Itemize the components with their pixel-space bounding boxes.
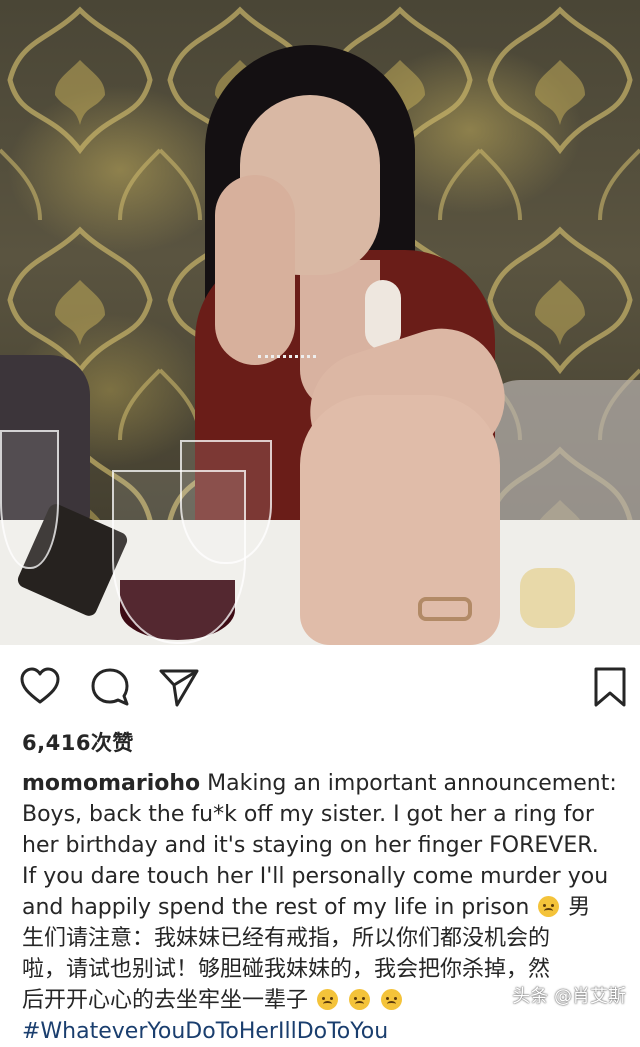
caption-line: If you dare touch her I'll personally co… xyxy=(22,864,609,889)
upside-down-face-emoji-icon xyxy=(538,896,560,917)
caption-line: 生们请注意：我妹妹已经有戒指，所以你们都没机会的 xyxy=(22,926,551,951)
wine-glass xyxy=(0,430,59,569)
bookmark-icon xyxy=(594,667,626,707)
caption-line: 男 xyxy=(568,895,591,920)
caption-line: Making an important announcement: xyxy=(207,771,617,796)
share-button[interactable] xyxy=(157,665,201,709)
upside-down-face-emoji-icon xyxy=(349,989,371,1010)
caption-line: Boys, back the fu*k off my sister. I got… xyxy=(22,802,594,827)
ring xyxy=(418,597,472,621)
save-button[interactable] xyxy=(588,665,632,709)
post-photo[interactable] xyxy=(0,0,640,645)
bracelet xyxy=(258,347,316,358)
wine-glass xyxy=(112,470,246,644)
caption-username[interactable]: momomarioho xyxy=(22,771,200,796)
caption-line: 后开开心心的去坐牢坐一辈子 xyxy=(22,988,309,1013)
send-icon xyxy=(159,669,199,707)
dessert xyxy=(520,568,575,628)
watermark: 头条 @肖艾斯 xyxy=(512,986,626,1007)
caption-line: her birthday and it's staying on her fin… xyxy=(22,833,599,858)
comment-icon xyxy=(91,668,129,706)
action-bar xyxy=(0,665,640,710)
caption-line: and happily spend the rest of my life in… xyxy=(22,895,530,920)
likes-count[interactable]: 6,416次赞 xyxy=(22,727,134,757)
comment-button[interactable] xyxy=(88,665,132,709)
upside-down-face-emoji-icon xyxy=(317,989,339,1010)
like-button[interactable] xyxy=(18,665,62,709)
person-left-arm xyxy=(215,175,295,365)
hashtag-link[interactable]: #WhateverYouDoToHerIllDoToYou xyxy=(22,1019,388,1044)
upside-down-face-emoji-icon xyxy=(381,989,403,1010)
heart-icon xyxy=(20,667,60,704)
caption-line: 啦，请试也别试！够胆碰我妹妹的，我会把你杀掉，然 xyxy=(22,957,551,982)
